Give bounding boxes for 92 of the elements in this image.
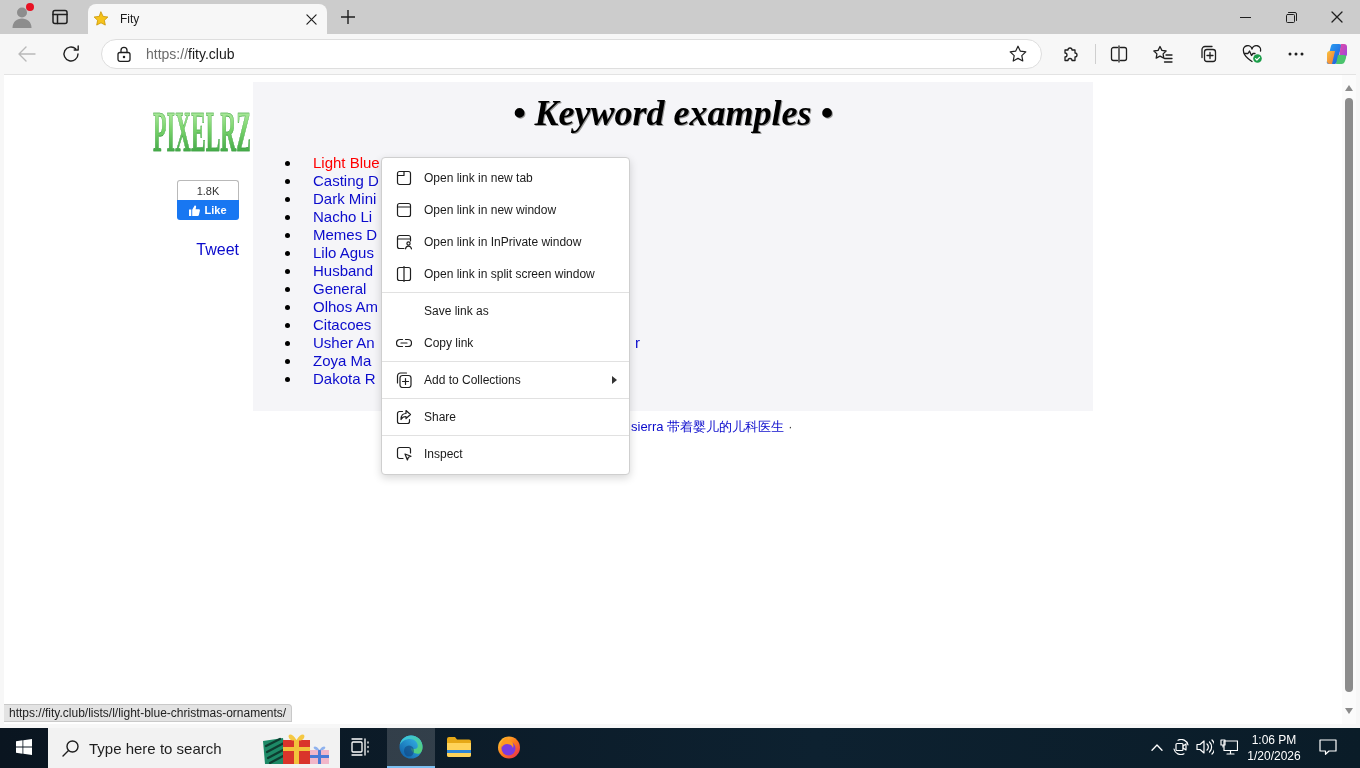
- minimize-icon: [1239, 16, 1251, 18]
- bullet-icon: [285, 178, 290, 184]
- link-icon: [396, 338, 412, 348]
- scroll-down-arrow-icon: [1345, 708, 1353, 714]
- scrollbar-thumb[interactable]: [1345, 98, 1353, 692]
- plus-icon: [341, 10, 355, 24]
- star-list-icon: [1153, 45, 1173, 63]
- bullet-icon: [285, 268, 290, 274]
- search-input[interactable]: Type here to search: [89, 739, 249, 757]
- scroll-up-arrow-icon: [1345, 85, 1353, 91]
- url-text: https://fity.club: [146, 46, 235, 62]
- keyword-link[interactable]: Lilo Agus: [313, 244, 374, 262]
- colorful-knot-icon: [1326, 43, 1348, 65]
- keyword-link[interactable]: Nacho Li: [313, 208, 373, 226]
- camera-ring-icon: [1173, 739, 1189, 755]
- bullet-icon: [285, 304, 290, 310]
- share-icon: [396, 409, 412, 425]
- keyword-link[interactable]: Light Blue: [313, 154, 380, 172]
- notification-icon: [1319, 739, 1337, 755]
- keyword-link[interactable]: Dark Mini: [313, 190, 377, 208]
- refresh-icon: [62, 45, 80, 63]
- tab-panel-icon: [52, 9, 68, 25]
- link-status-text: https://fity.club/lists/l/light-blue-christmas-ornaments/: [4, 704, 293, 722]
- menu-item[interactable]: Inspect: [382, 438, 629, 470]
- chevron-up-icon: [1151, 743, 1163, 751]
- lock-icon: [117, 46, 131, 62]
- bullet-icon: [285, 322, 290, 328]
- browser-app-button[interactable]: [387, 728, 435, 768]
- menu-item[interactable]: Add to Collections: [382, 364, 629, 396]
- keyword-link[interactable]: Olhos Am: [313, 298, 379, 316]
- bullet-icon: [285, 196, 290, 202]
- gift-boxes-icon: [262, 732, 330, 764]
- speaker-icon: [1196, 739, 1214, 755]
- puzzle-piece-icon: [1062, 45, 1080, 63]
- folder-icon: [447, 737, 471, 757]
- menu-item[interactable]: Share: [382, 401, 629, 433]
- browser-tab[interactable]: Fity: [88, 4, 327, 34]
- footer-link[interactable]: sierra 带着婴儿的儿科医生: [631, 419, 785, 435]
- bullet-icon: [285, 250, 290, 256]
- bullet-icon: [285, 358, 290, 364]
- wired-network-icon: [1220, 739, 1238, 755]
- profile-avatar-icon: [11, 6, 33, 28]
- keyword-link[interactable]: General: [313, 280, 367, 298]
- menu-item[interactable]: Open link in new tab: [382, 162, 629, 194]
- like-count: 1.8K: [177, 180, 239, 200]
- keyword-link[interactable]: Casting D: [313, 172, 379, 190]
- star-icon: [1009, 45, 1027, 63]
- page-heading: • Keyword examples •: [512, 93, 834, 133]
- close-icon: [305, 13, 317, 25]
- search-icon: [62, 739, 79, 757]
- like-button[interactable]: Like: [177, 200, 239, 220]
- menu-item[interactable]: Open link in split screen window: [382, 258, 629, 290]
- heart-pulse-check-icon: [1242, 45, 1262, 63]
- close-icon: [1331, 11, 1343, 23]
- menu-item[interactable]: Open link in InPrivate window: [382, 226, 629, 258]
- swirl-app-icon: [399, 735, 423, 759]
- private-window-icon: [396, 234, 412, 250]
- split-screen-icon: [1110, 45, 1128, 63]
- keyword-link[interactable]: Usher An: [313, 334, 375, 352]
- address-bar[interactable]: https://fity.club: [101, 39, 1042, 69]
- inspect-icon: [396, 446, 412, 462]
- bullet-icon: [285, 214, 290, 220]
- window-tab-icon: [396, 170, 412, 186]
- task-view-icon: [351, 738, 369, 756]
- separator-text: ·: [788, 419, 793, 435]
- bullet-icon: [285, 286, 290, 292]
- bullet-icon: [285, 232, 290, 238]
- keyword-link[interactable]: r: [635, 334, 640, 352]
- bullet-icon: [285, 160, 290, 166]
- keyword-link[interactable]: Dakota R: [313, 370, 376, 388]
- split-window-icon: [396, 266, 412, 282]
- clock[interactable]: 1:06 PM 1/20/2026: [1243, 728, 1305, 768]
- menu-item[interactable]: Copy link: [382, 327, 629, 359]
- flame-globe-icon: [497, 735, 521, 759]
- keyword-link[interactable]: Husband: [313, 262, 374, 280]
- keyword-link[interactable]: Memes D: [313, 226, 378, 244]
- more-options-icon: [1288, 52, 1304, 56]
- add-stack-icon: [1199, 45, 1217, 63]
- bullet-icon: [285, 376, 290, 382]
- restore-icon: [1285, 11, 1297, 23]
- tweet-link[interactable]: Tweet: [196, 241, 239, 259]
- bullet-icon: [285, 340, 290, 346]
- add-stack-icon: [396, 372, 412, 388]
- window-icon: [396, 202, 412, 218]
- menu-item[interactable]: Save link as: [382, 295, 629, 327]
- menu-item[interactable]: Open link in new window: [382, 194, 629, 226]
- thumbs-up-icon: [189, 204, 201, 216]
- windows-logo-icon: [16, 739, 32, 755]
- back-arrow-icon: [18, 46, 36, 62]
- star-favicon-icon: [93, 11, 109, 27]
- keyword-link[interactable]: Citacoes: [313, 316, 372, 334]
- keyword-link[interactable]: Zoya Ma: [313, 352, 372, 370]
